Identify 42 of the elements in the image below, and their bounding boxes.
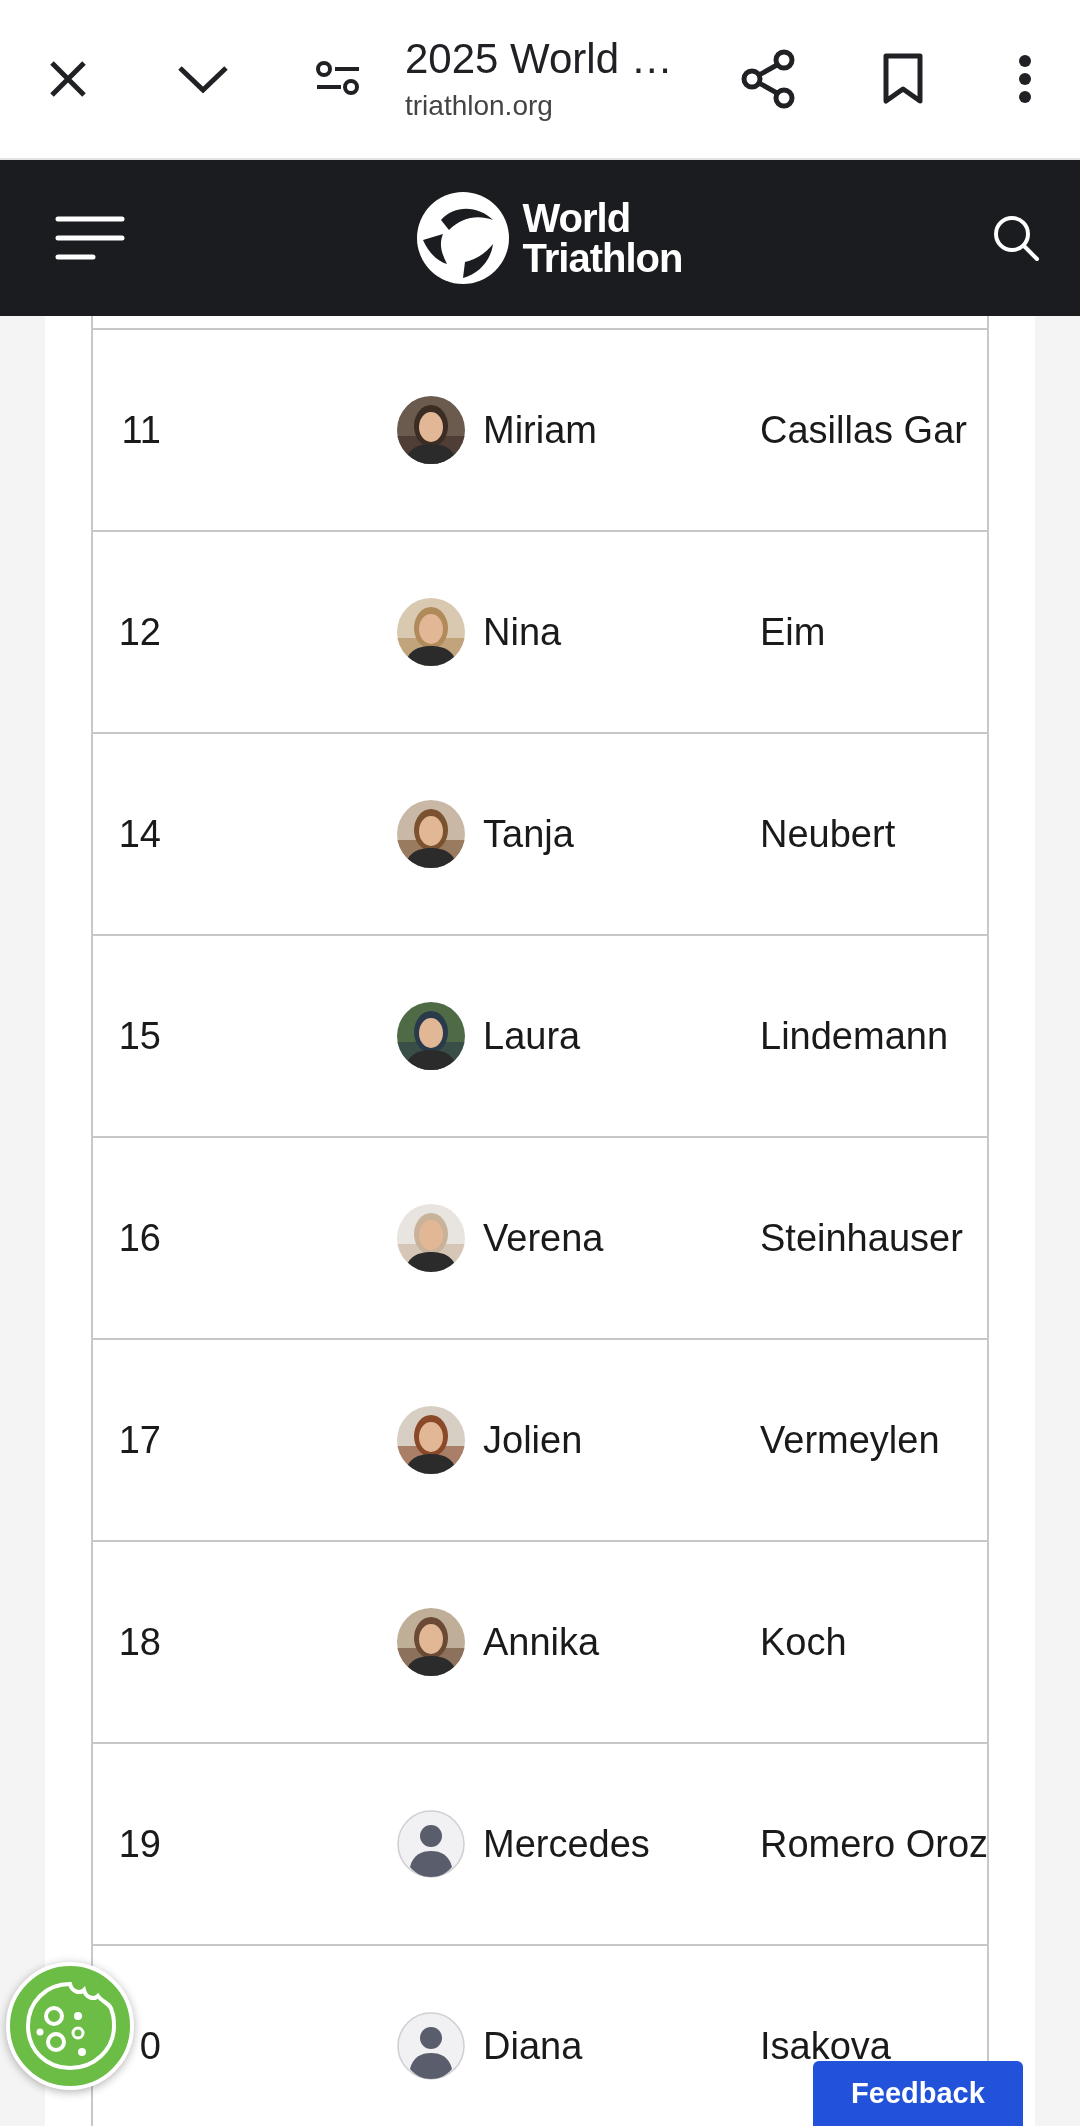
page-title: 2025 World … (405, 35, 673, 83)
menu-button[interactable] (55, 215, 125, 261)
last-name-cell-text: Vermeylen (760, 1418, 941, 1462)
more-icon (1018, 54, 1032, 104)
first-name-cell: Tanja (483, 812, 574, 856)
feedback-button[interactable]: Feedback (813, 2061, 1023, 2126)
last-name-cell-text: Eim (760, 610, 827, 654)
first-name-cell: Laura (483, 1014, 581, 1058)
rank-cell: 16 (117, 1216, 161, 1260)
logo-icon (414, 190, 511, 286)
rank-cell-text: 0 (138, 2024, 161, 2068)
share-icon (739, 49, 796, 109)
last-name-cell-text: Steinhauser (760, 1216, 964, 1260)
avatar-icon (397, 2012, 465, 2080)
bookmark-icon (881, 53, 924, 105)
rank-cell: 17 (117, 1418, 161, 1462)
first-name-cell: Jolien (483, 1418, 583, 1462)
rank-cell: 12 (117, 610, 161, 654)
last-name-cell-text: Neubert (760, 812, 897, 856)
first-name-cell: Diana (483, 2024, 583, 2068)
search-icon (992, 214, 1040, 262)
last-name-cell: Romero Oroz (760, 1822, 989, 1866)
last-name-cell-text: Lindemann (760, 1014, 950, 1058)
first-name-cell: Annika (483, 1620, 600, 1664)
rank-cell: 19 (117, 1822, 161, 1866)
logo-text: World Triathlon (522, 198, 684, 278)
rank-cell: 18 (117, 1620, 161, 1664)
search-button[interactable] (992, 214, 1040, 262)
avatar-icon (397, 1810, 465, 1878)
rank-cell-text: 11 (120, 408, 161, 452)
menu-icon (55, 215, 125, 261)
chevron-down-icon (176, 65, 229, 93)
page-url: triathlon.org (405, 90, 553, 123)
first-name-cell: Miriam (483, 408, 597, 452)
rank-cell: 14 (117, 812, 161, 856)
first-name-cell: Verena (483, 1216, 604, 1260)
first-name-cell: Nina (483, 610, 562, 654)
last-name-cell-text: Casillas Gar (760, 408, 968, 452)
first-name-cell: Mercedes (483, 1822, 650, 1866)
rank-cell: 15 (117, 1014, 161, 1058)
close-icon (47, 59, 88, 99)
last-name-cell-text: Koch (760, 1620, 848, 1664)
